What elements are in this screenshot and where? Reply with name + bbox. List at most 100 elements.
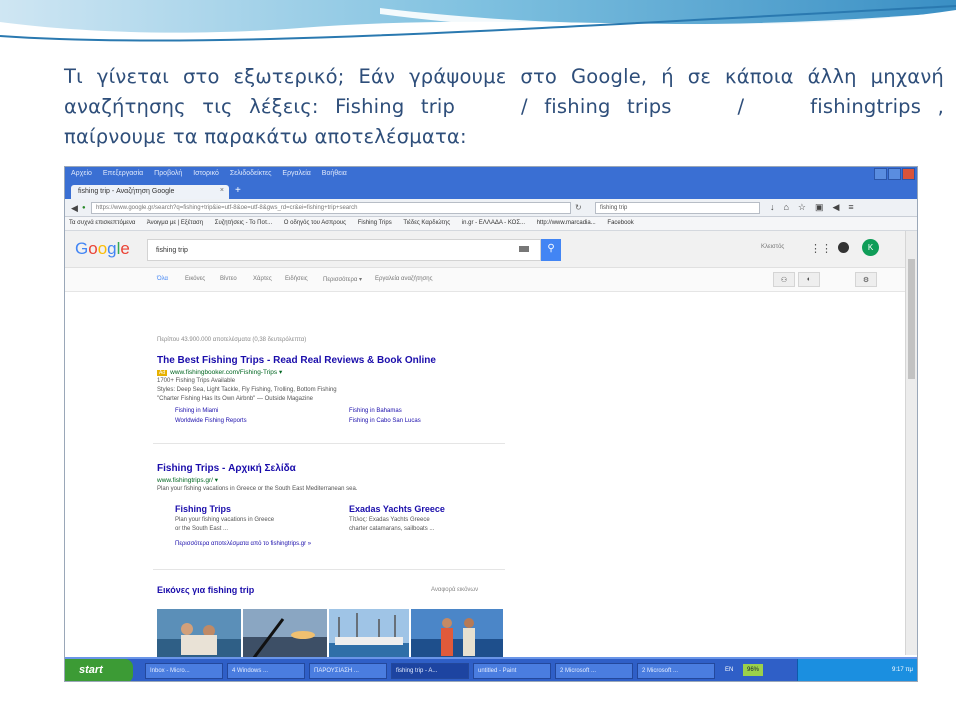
minimize-icon[interactable] [874,168,887,180]
tab-maps[interactable]: Χάρτες [253,276,272,282]
gear-icon[interactable]: ⚙ [855,272,877,287]
browser-menubar: Αρχείο Επεξεργασία Προβολή Ιστορικό Σελι… [65,167,917,182]
image-thumbnail[interactable] [329,609,409,659]
toolbar-icons: ↓⌂☆▣◀≡ [770,202,863,212]
tab-title: fishing trip - Αναζήτηση Google [78,188,175,195]
sublink-2-snippet: Τίτλος: Exadas Yachts Greece [349,517,430,523]
system-tray: 9:17 πμ [797,659,917,681]
google-search-button[interactable]: ⚲ [541,239,561,261]
window-controls [874,168,915,180]
google-search-input[interactable]: fishing trip [147,239,541,261]
menu-history[interactable]: Ιστορικό [193,170,219,177]
taskbar-item[interactable]: 2 Microsoft ... [555,663,633,679]
image-thumbnail[interactable] [243,609,327,659]
lock-icon: ● [82,205,86,211]
result-2-sublink-2[interactable]: Exadas Yachts Greece [349,504,445,514]
browser-tabbar: fishing trip - Αναζήτηση Google × + [65,182,917,199]
bookmark-item[interactable]: Ο οδηγός του Ασπρους [284,220,346,226]
menu-edit[interactable]: Επεξεργασία [103,170,143,177]
result-1-title[interactable]: The Best Fishing Trips - Read Real Revie… [157,355,436,366]
divider [153,443,505,444]
slide-text: Τι γίνεται στο εξωτερικό; Εάν γράψουμε σ… [64,62,944,152]
image-thumbnail[interactable] [411,609,503,659]
tab-videos[interactable]: Βίντεο [220,276,237,282]
menu-help[interactable]: Βοήθεια [322,170,347,177]
tab-more[interactable]: Περισσότερα ▾ [323,276,362,283]
bookmark-item[interactable]: Άνοιγμα με | Εξέταση [147,220,203,226]
tab-all[interactable]: Όλα [157,276,168,282]
sitelink[interactable]: Fishing in Bahamas [349,408,402,414]
menu-tools[interactable]: Εργαλεία [282,170,310,177]
taskbar-item[interactable]: fishing trip - A... [391,663,469,679]
sitelink[interactable]: Fishing in Miami [175,408,218,414]
tab-search-tools[interactable]: Εργαλεία αναζήτησης [375,276,432,282]
result-1-url: Ad www.fishingbooker.com/Fishing-Trips ▾ [157,368,282,376]
sitelink[interactable]: Worldwide Fishing Reports [175,418,247,424]
images-report-link[interactable]: Αναφορά εικόνων [431,587,478,593]
result-1-snippet-3: "Charter Fishing Has Its Own Airbnb" — O… [157,396,313,402]
taskbar-item[interactable]: untitled - Paint [473,663,551,679]
bookmark-item[interactable]: in.gr - ΕΛΛΑΔΑ - ΚΟΣ... [462,220,525,226]
sitelink[interactable]: Fishing in Cabo San Lucas [349,418,421,424]
start-button[interactable]: start [65,659,133,681]
slide-line-2: αναζήτησης τις λέξεις: Fishing trip / fi… [64,95,944,118]
clock[interactable]: 9:17 πμ [892,667,913,673]
person-icon[interactable]: ⚇ [773,272,795,287]
keyboard-icon[interactable] [519,246,529,252]
images-section-title[interactable]: Εικόνες για fishing trip [157,585,254,595]
bookmark-item[interactable]: Τα συχνά επισκεπτόμενα [69,220,135,226]
bookmark-item[interactable]: http://www.marcadia... [537,220,596,226]
ad-badge: Ad [157,370,168,376]
result-2-title[interactable]: Fishing Trips - Αρχική Σελίδα [157,463,296,474]
browser-navbar: ◀ ● https://www.google.gr/search?q=fishi… [65,199,917,217]
reload-icon[interactable]: ↻ [575,203,582,212]
result-1-snippet-1: 1700+ Fishing Trips Available [157,378,236,384]
new-tab-button[interactable]: + [235,185,241,196]
taskbar-item[interactable]: ΠΑΡΟΥΣΙΑΣΗ ... [309,663,387,679]
google-logo[interactable]: Google [75,239,130,259]
image-thumbnail[interactable] [157,609,241,659]
google-tabs: Όλα Εικόνες Βίντεο Χάρτες Ειδήσεις Περισ… [65,268,907,292]
slide-line-1: Τι γίνεται στο εξωτερικό; Εάν γράψουμε σ… [64,65,944,88]
bookmark-item[interactable]: Facebook [607,220,633,226]
bookmark-item[interactable]: Τιέδες Καρδιώτης [403,220,450,226]
results-stats: Περίπου 43.900.000 αποτελέσματα (0,38 δε… [157,337,307,343]
page-scrollbar[interactable] [905,231,917,655]
avatar[interactable]: K [862,239,879,256]
menu-view[interactable]: Προβολή [154,170,182,177]
battery-indicator[interactable]: 96% [743,664,764,676]
signin-label[interactable]: Κλειστός [761,244,784,250]
search-icon: ⚲ [547,243,555,254]
divider [153,569,505,570]
tab-images[interactable]: Εικόνες [185,276,205,282]
result-1-url-text: www.fishingbooker.com/Fishing-Trips ▾ [170,369,283,376]
browser-screenshot: Αρχείο Επεξεργασία Προβολή Ιστορικό Σελι… [64,166,918,682]
url-bar[interactable]: https://www.google.gr/search?q=fishing+t… [91,202,571,214]
browser-search-field[interactable]: fishing trip [595,202,760,214]
tab-close-icon[interactable]: × [220,187,224,194]
scrollbar-thumb[interactable] [908,259,915,379]
notifications-icon[interactable] [838,242,849,253]
taskbar-item[interactable]: 2 Microsoft ... [637,663,715,679]
menu-file[interactable]: Αρχείο [71,170,92,177]
apps-grid-icon[interactable]: ⋮⋮ [810,242,832,255]
slide-line-3: παίρνουμε τα παρακάτω αποτελέσματα: [64,125,467,148]
close-icon[interactable] [902,168,915,180]
more-results-link[interactable]: Περισσότερα αποτελέσματα από το fishingt… [175,541,311,547]
taskbar-item[interactable]: Inbox - Micro... [145,663,223,679]
tab-news[interactable]: Ειδήσεις [285,276,308,282]
language-indicator[interactable]: EN [725,667,733,673]
slide-header-swoosh [0,0,956,42]
back-icon[interactable]: ◀ [71,203,78,214]
bookmarks-bar: Τα συχνά επισκεπτόμενα Άνοιγμα με | Εξέτ… [65,217,917,231]
bookmark-item[interactable]: Συζητήσεις - Το Ποτ... [215,220,272,226]
bookmark-item[interactable]: Fishing Trips [358,220,392,226]
taskbar-item[interactable]: 4 Windows ... [227,663,305,679]
menu-bookmarks[interactable]: Σελιδοδείκτες [230,170,272,177]
browser-tab[interactable]: fishing trip - Αναζήτηση Google × [71,185,229,199]
result-2-snippet: Plan your fishing vacations in Greece or… [157,486,358,492]
maximize-icon[interactable] [888,168,901,180]
sublink-2-snippet: charter catamarans, sailboats ... [349,526,435,532]
result-2-sublink-1[interactable]: Fishing Trips [175,504,231,514]
globe-icon[interactable]: ◐ [798,272,820,287]
